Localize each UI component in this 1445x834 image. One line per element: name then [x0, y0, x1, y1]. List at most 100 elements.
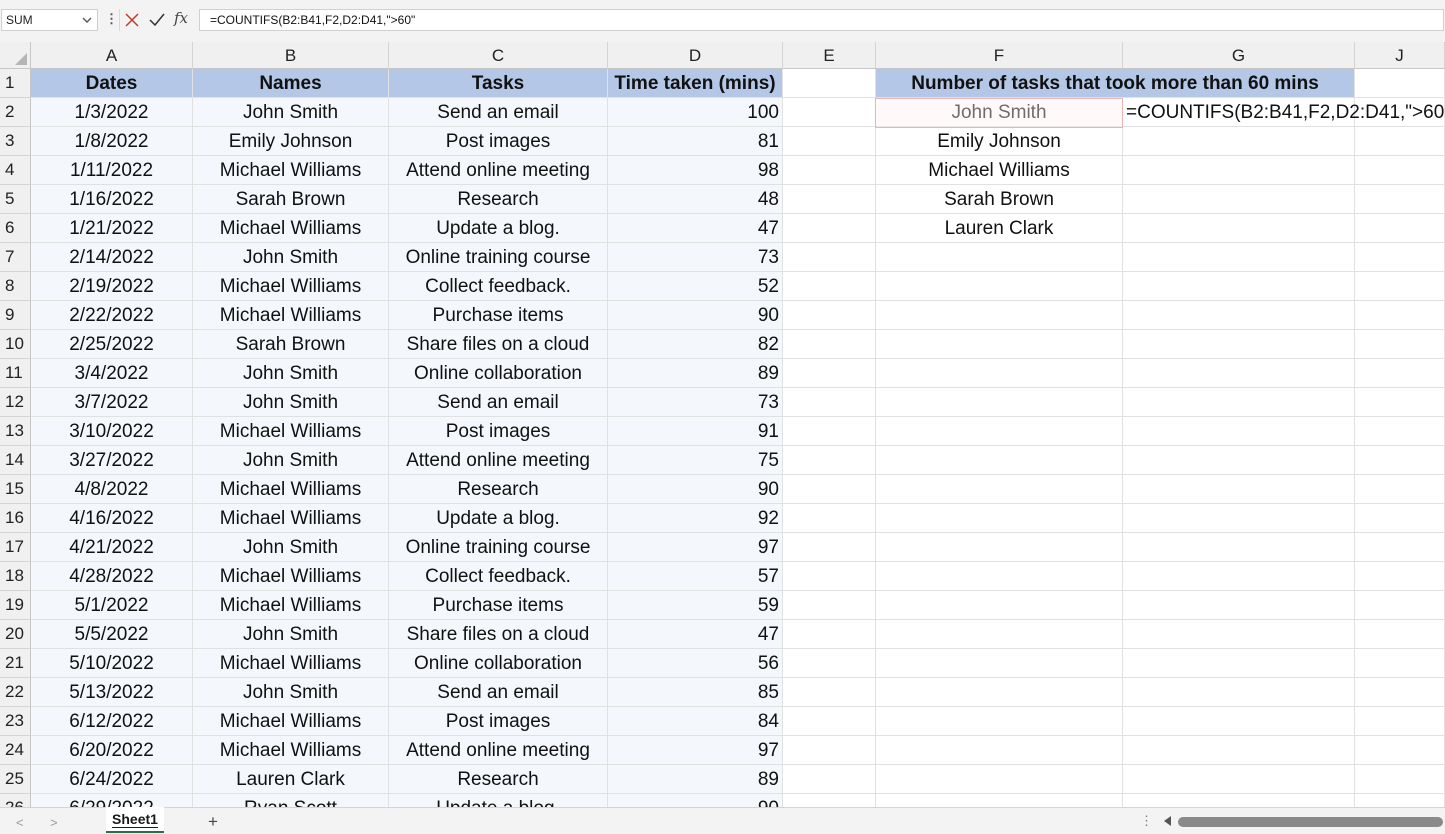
cell-date[interactable]: 2/25/2022	[31, 330, 193, 359]
cell[interactable]	[1355, 69, 1445, 98]
row-header[interactable]: 7	[0, 243, 31, 272]
cell[interactable]	[1355, 533, 1445, 562]
cell[interactable]	[783, 562, 876, 591]
cell-time[interactable]: 81	[608, 127, 783, 156]
cell-summary-name[interactable]	[876, 301, 1123, 330]
cancel-icon[interactable]	[124, 12, 140, 28]
cell[interactable]	[783, 156, 876, 185]
cell-time[interactable]: 73	[608, 388, 783, 417]
cell[interactable]	[783, 214, 876, 243]
cell-summary-name[interactable]	[876, 417, 1123, 446]
header-summary[interactable]: Number of tasks that took more than 60 m…	[876, 69, 1355, 98]
cell-summary-name[interactable]	[876, 591, 1123, 620]
cell-date[interactable]: 3/4/2022	[31, 359, 193, 388]
cell-task[interactable]: Collect feedback.	[389, 562, 608, 591]
name-box[interactable]: SUM	[1, 9, 98, 31]
cell[interactable]	[1355, 127, 1445, 156]
row-header[interactable]: 2	[0, 98, 31, 127]
row-header[interactable]: 19	[0, 591, 31, 620]
row-header[interactable]: 10	[0, 330, 31, 359]
cell-summary-name[interactable]	[876, 388, 1123, 417]
cell-summary-name[interactable]	[876, 765, 1123, 794]
cell[interactable]	[1123, 417, 1355, 446]
cell-date[interactable]: 6/29/2022	[31, 794, 193, 807]
row-header[interactable]: 15	[0, 475, 31, 504]
cell[interactable]	[783, 765, 876, 794]
row-header[interactable]: 24	[0, 736, 31, 765]
cell-time[interactable]: 52	[608, 272, 783, 301]
cell[interactable]	[1123, 678, 1355, 707]
cell-name[interactable]: John Smith	[193, 446, 389, 475]
cell-task[interactable]: Send an email	[389, 678, 608, 707]
cell[interactable]	[783, 417, 876, 446]
cell-summary-name[interactable]: Lauren Clark	[876, 214, 1123, 243]
cell-summary-name[interactable]	[876, 620, 1123, 649]
cell[interactable]	[1123, 562, 1355, 591]
cell-name[interactable]: Michael Williams	[193, 591, 389, 620]
cell-name[interactable]: Michael Williams	[193, 272, 389, 301]
row-header[interactable]: 5	[0, 185, 31, 214]
cell[interactable]	[1355, 417, 1445, 446]
cell-date[interactable]: 4/21/2022	[31, 533, 193, 562]
cell[interactable]	[1355, 388, 1445, 417]
cell-task[interactable]: Send an email	[389, 98, 608, 127]
cell-name[interactable]: Michael Williams	[193, 156, 389, 185]
cell[interactable]	[1123, 301, 1355, 330]
cell[interactable]	[1123, 214, 1355, 243]
cell-time[interactable]: 91	[608, 417, 783, 446]
cell-task[interactable]: Post images	[389, 127, 608, 156]
cell-date[interactable]: 5/10/2022	[31, 649, 193, 678]
insert-function-icon[interactable]: fx	[174, 9, 188, 27]
cell[interactable]	[783, 533, 876, 562]
more-options-icon[interactable]: ⋮	[105, 11, 118, 27]
cell-name[interactable]: Michael Williams	[193, 504, 389, 533]
cell[interactable]	[1355, 214, 1445, 243]
cell-date[interactable]: 6/12/2022	[31, 707, 193, 736]
cell-name[interactable]: John Smith	[193, 359, 389, 388]
cell[interactable]	[1355, 736, 1445, 765]
cell[interactable]	[1355, 620, 1445, 649]
cell[interactable]	[1355, 446, 1445, 475]
cell-time[interactable]: 59	[608, 591, 783, 620]
cell[interactable]	[1123, 620, 1355, 649]
cell-date[interactable]: 1/11/2022	[31, 156, 193, 185]
chevron-left-icon[interactable]: <	[16, 815, 24, 830]
cell-time[interactable]: 82	[608, 330, 783, 359]
cell[interactable]	[1123, 794, 1355, 807]
cell-time[interactable]: 84	[608, 707, 783, 736]
cell-date[interactable]: 6/20/2022	[31, 736, 193, 765]
cell-date[interactable]: 3/10/2022	[31, 417, 193, 446]
cell[interactable]	[783, 736, 876, 765]
cell[interactable]	[783, 127, 876, 156]
cell-name[interactable]: John Smith	[193, 243, 389, 272]
cell-name[interactable]: Michael Williams	[193, 649, 389, 678]
cell-name[interactable]: Michael Williams	[193, 562, 389, 591]
cell-task[interactable]: Send an email	[389, 388, 608, 417]
cell-date[interactable]: 1/16/2022	[31, 185, 193, 214]
cell[interactable]	[1123, 272, 1355, 301]
cell-date[interactable]: 3/7/2022	[31, 388, 193, 417]
cell[interactable]	[1123, 185, 1355, 214]
column-header-d[interactable]: D	[608, 42, 783, 69]
cell[interactable]	[1355, 765, 1445, 794]
cell-date[interactable]: 5/5/2022	[31, 620, 193, 649]
cell[interactable]	[1123, 330, 1355, 359]
row-header[interactable]: 13	[0, 417, 31, 446]
chevron-down-icon[interactable]	[80, 12, 94, 28]
cell[interactable]	[783, 620, 876, 649]
cell[interactable]	[1355, 185, 1445, 214]
scroll-left-icon[interactable]	[1164, 816, 1171, 826]
cell-name[interactable]: Michael Williams	[193, 475, 389, 504]
cell-time[interactable]: 47	[608, 620, 783, 649]
cell-time[interactable]: 98	[608, 156, 783, 185]
row-header[interactable]: 20	[0, 620, 31, 649]
cell-name[interactable]: Michael Williams	[193, 707, 389, 736]
cell[interactable]	[1355, 301, 1445, 330]
cell-task[interactable]: Attend online meeting	[389, 156, 608, 185]
cell-date[interactable]: 4/8/2022	[31, 475, 193, 504]
cell-name[interactable]: Michael Williams	[193, 417, 389, 446]
cell[interactable]	[783, 301, 876, 330]
cell-task[interactable]: Post images	[389, 417, 608, 446]
cell-name[interactable]: Sarah Brown	[193, 185, 389, 214]
row-header[interactable]: 1	[0, 69, 31, 98]
